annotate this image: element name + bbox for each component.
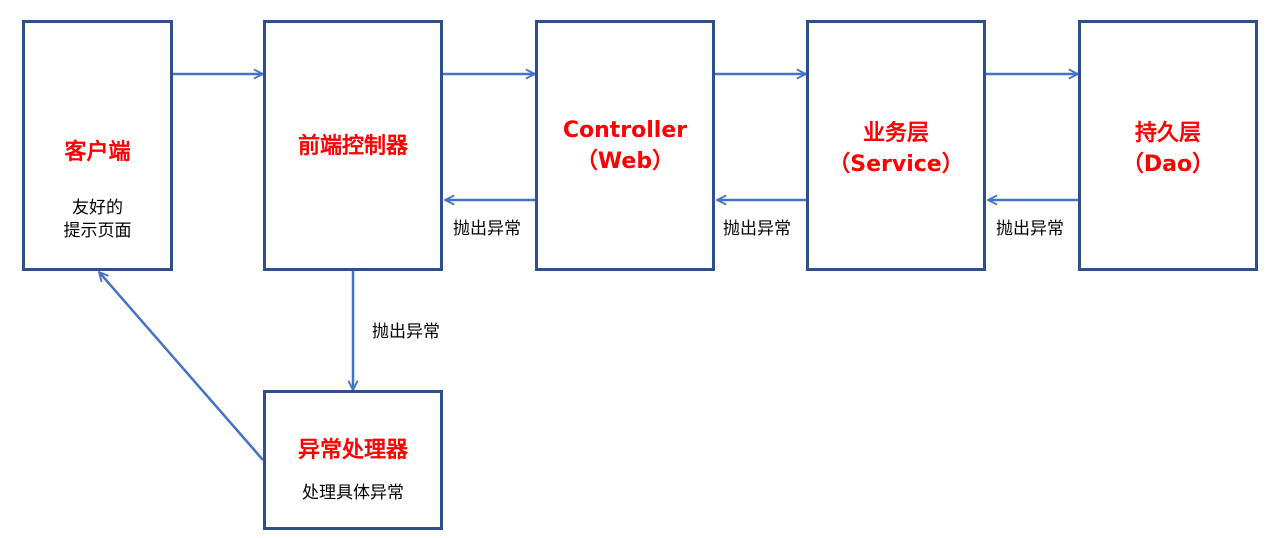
edge-label-service-to-controller: 抛出异常 (723, 219, 791, 239)
service-box: 业务层 （Service） (806, 20, 986, 271)
controller-box: Controller （Web） (535, 20, 715, 271)
edge-label-controller-to-front: 抛出异常 (453, 219, 521, 239)
exception-handler-desc: 处理具体异常 (302, 483, 404, 503)
client-desc-line2: 提示页面 (63, 221, 132, 241)
edge-label-persistence-to-service: 抛出异常 (996, 219, 1064, 239)
client-title: 客户端 (64, 140, 131, 165)
persistence-title-line1: 持久层 (1134, 121, 1201, 146)
front-controller-box: 前端控制器 (263, 20, 443, 271)
controller-title-line1: Controller (562, 118, 688, 143)
edge-label-front-to-handler: 抛出异常 (372, 322, 440, 342)
front-controller-title: 前端控制器 (297, 134, 408, 159)
client-box: 客户端 友好的 提示页面 (22, 20, 173, 271)
exception-handler-box: 异常处理器 处理具体异常 (263, 390, 443, 530)
arrow-exception-handler-to-client (99, 272, 264, 461)
persistence-title-line2: （Dao） (1121, 152, 1215, 177)
client-desc-line1: 友好的 (72, 198, 123, 218)
service-title-line2: （Service） (828, 152, 964, 177)
exception-handler-title: 异常处理器 (297, 438, 408, 463)
controller-title-line2: （Web） (575, 149, 675, 174)
persistence-box: 持久层 （Dao） (1078, 20, 1258, 271)
service-title-line1: 业务层 (862, 121, 929, 146)
